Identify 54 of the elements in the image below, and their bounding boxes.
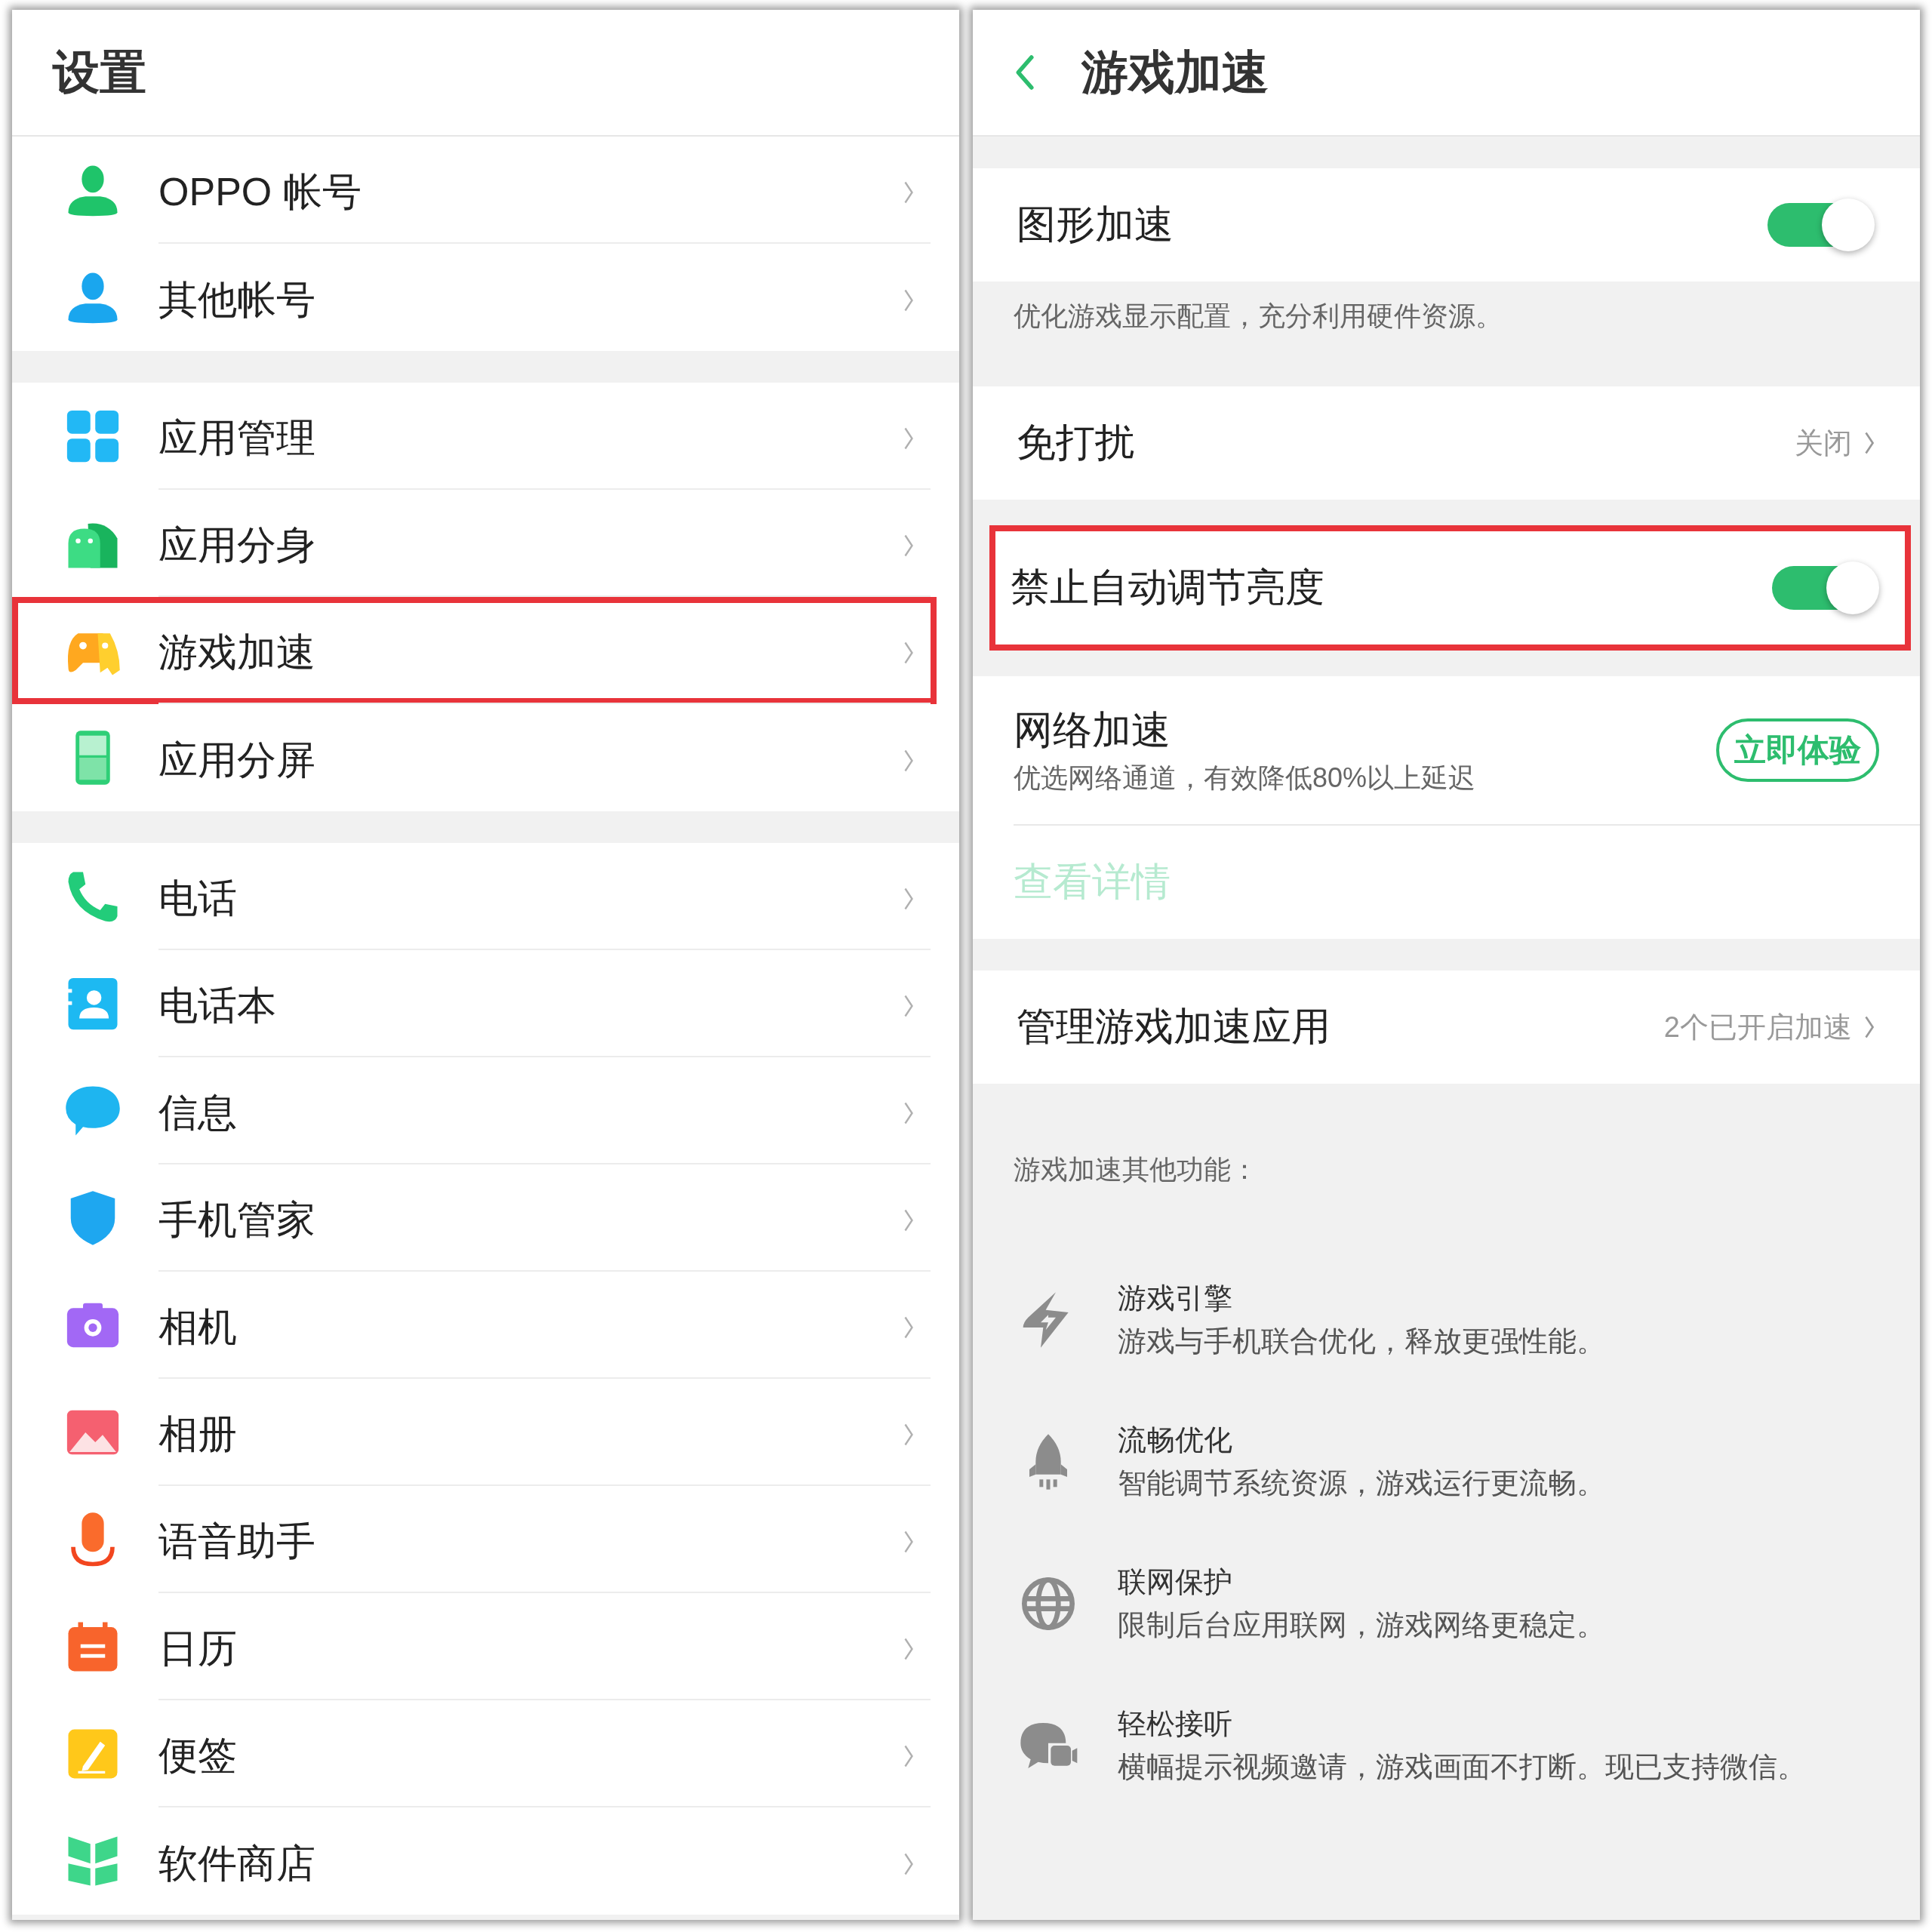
settings-item[interactable]: 应用管理 xyxy=(12,383,937,490)
feature-title: 游戏引擎 xyxy=(1118,1281,1233,1315)
settings-item[interactable]: 相册 xyxy=(12,1379,937,1486)
settings-item[interactable]: OPPO 帐号 xyxy=(12,137,937,244)
item-label: 应用管理 xyxy=(158,415,315,461)
settings-item[interactable]: 应用分身 xyxy=(12,490,937,597)
feature-description: 智能调节系统资源，游戏运行更流畅。 xyxy=(1118,1466,1605,1500)
setting-description: 优化游戏显示配置，充分利用硬件资源。 xyxy=(1014,300,1503,333)
feature-description: 横幅提示视频邀请，游戏画面不打断。现已支持微信。 xyxy=(1118,1750,1806,1784)
item-label: OPPO 帐号 xyxy=(158,169,361,215)
feature-description: 游戏与手机联合优化，释放更强性能。 xyxy=(1118,1324,1605,1358)
settings-item[interactable]: 软件商店 xyxy=(12,1807,937,1915)
item-label: 手机管家 xyxy=(158,1197,315,1243)
feature-title: 轻松接听 xyxy=(1118,1707,1233,1741)
item-label: 游戏加速 xyxy=(158,629,315,675)
page-title: 游戏加速 xyxy=(1081,45,1269,100)
setting-label: 免打扰 xyxy=(1017,420,1135,466)
page-title: 设置 xyxy=(53,45,146,100)
setting-label: 图形加速 xyxy=(1017,202,1174,248)
setting-label: 网络加速 xyxy=(1014,706,1171,753)
settings-item[interactable]: 日历 xyxy=(12,1593,937,1700)
item-label: 应用分身 xyxy=(158,522,315,568)
settings-item[interactable]: 语音助手 xyxy=(12,1486,937,1593)
section-heading: 游戏加速其他功能： xyxy=(1014,1153,1259,1186)
setting-value: 2个已开启加速 xyxy=(1663,1010,1852,1044)
setting-value: 关闭 xyxy=(1795,426,1852,460)
settings-item[interactable]: 信息 xyxy=(12,1057,937,1164)
settings-item[interactable]: 便签 xyxy=(12,1700,937,1807)
setting-label: 管理游戏加速应用 xyxy=(1017,1004,1331,1050)
setting-label: 禁止自动调节亮度 xyxy=(1011,565,1325,611)
settings-item[interactable]: 相机 xyxy=(12,1272,937,1379)
settings-item[interactable]: 手机管家 xyxy=(12,1164,937,1272)
item-label: 电话 xyxy=(158,875,237,921)
settings-item[interactable]: 游戏加速 xyxy=(12,597,937,704)
setting-row[interactable]: 免打扰 关闭 xyxy=(973,386,1920,500)
settings-item[interactable]: 电话 xyxy=(12,843,937,950)
setting-row[interactable]: 管理游戏加速应用 2个已开启加速 xyxy=(973,971,1920,1084)
settings-item[interactable]: 电话本 xyxy=(12,950,937,1057)
item-label: 便签 xyxy=(158,1733,237,1779)
item-label: 日历 xyxy=(158,1626,237,1672)
setting-description: 优选网络通道，有效降低80%以上延迟 xyxy=(1014,761,1477,795)
item-label: 其他帐号 xyxy=(158,277,315,323)
settings-item[interactable]: 应用分屏 xyxy=(12,704,937,811)
item-label: 相机 xyxy=(158,1304,237,1350)
item-label: 相册 xyxy=(158,1411,237,1457)
settings-item[interactable]: 其他帐号 xyxy=(12,244,937,351)
feature-description: 限制后台应用联网，游戏网络更稳定。 xyxy=(1118,1608,1605,1642)
item-label: 语音助手 xyxy=(158,1518,315,1564)
item-label: 软件商店 xyxy=(158,1841,315,1887)
item-label: 信息 xyxy=(158,1090,237,1136)
feature-title: 联网保护 xyxy=(1118,1565,1233,1599)
item-label: 应用分屏 xyxy=(158,737,315,783)
item-label: 电话本 xyxy=(158,983,276,1029)
feature-title: 流畅优化 xyxy=(1118,1423,1233,1457)
